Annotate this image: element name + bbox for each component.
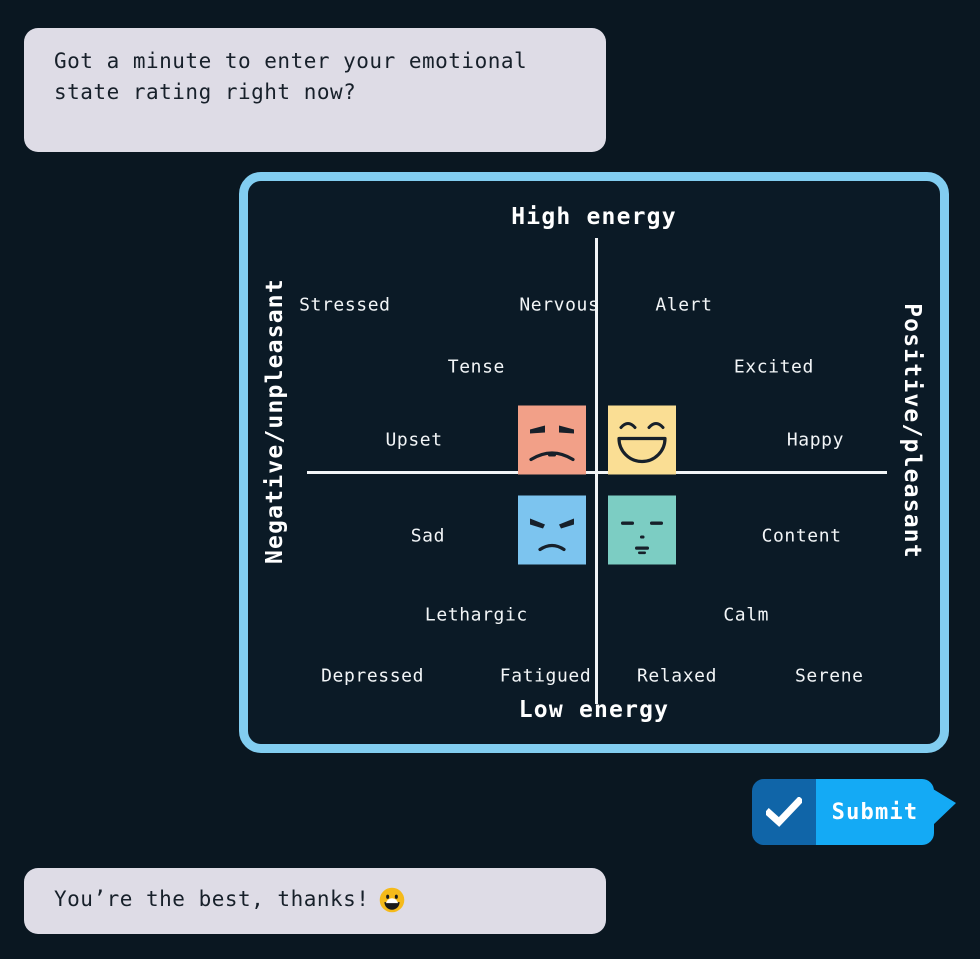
grinning-face-icon <box>379 887 405 913</box>
prompt-message-bubble: Got a minute to enter your emotional sta… <box>24 28 606 152</box>
thanks-text: You’re the best, thanks! <box>54 887 370 912</box>
emotion-grid-inner: High energy Low energy Negative/unpleasa… <box>248 181 940 744</box>
angry-face[interactable] <box>518 405 587 475</box>
mood-label-calm[interactable]: Calm <box>723 604 769 625</box>
thanks-message-bubble: You’re the best, thanks! <box>24 868 606 934</box>
mood-label-sad[interactable]: Sad <box>411 525 445 546</box>
prompt-line-1: Got a minute to enter your emotional <box>54 49 528 73</box>
mood-label-happy[interactable]: Happy <box>787 429 844 450</box>
submit-label: Submit <box>831 799 919 825</box>
mood-label-nervous[interactable]: Nervous <box>519 294 599 315</box>
mood-label-serene[interactable]: Serene <box>795 666 864 687</box>
submit-tail-arrow <box>933 789 956 825</box>
emotion-grid-widget[interactable]: High energy Low energy Negative/unpleasa… <box>239 172 949 753</box>
submit-button[interactable]: Submit <box>752 779 956 845</box>
mood-label-fatigued[interactable]: Fatigued <box>500 666 592 687</box>
check-icon <box>766 797 802 827</box>
mood-label-relaxed[interactable]: Relaxed <box>637 666 717 687</box>
mood-label-lethargic[interactable]: Lethargic <box>425 604 528 625</box>
horizontal-axis-line <box>307 471 887 474</box>
sad-face[interactable] <box>518 495 587 565</box>
submit-check-pane <box>752 779 816 845</box>
prompt-line-2: state rating right now? <box>54 80 357 105</box>
axis-label-negative-unpleasant: Negative/unpleasant <box>262 278 288 564</box>
content-face[interactable] <box>608 495 677 565</box>
mood-label-depressed[interactable]: Depressed <box>321 666 424 687</box>
mood-label-tense[interactable]: Tense <box>448 356 505 377</box>
mood-label-upset[interactable]: Upset <box>385 429 442 450</box>
axis-label-low-energy: Low energy <box>518 697 670 723</box>
submit-label-pane: Submit <box>816 779 956 845</box>
axis-label-positive-pleasant: Positive/pleasant <box>899 303 925 559</box>
happy-face[interactable] <box>608 405 677 475</box>
mood-label-alert[interactable]: Alert <box>655 294 712 315</box>
mood-label-content[interactable]: Content <box>762 525 842 546</box>
mood-label-excited[interactable]: Excited <box>734 356 814 377</box>
axis-label-high-energy: High energy <box>511 204 677 230</box>
mood-label-stressed[interactable]: Stressed <box>299 294 391 315</box>
